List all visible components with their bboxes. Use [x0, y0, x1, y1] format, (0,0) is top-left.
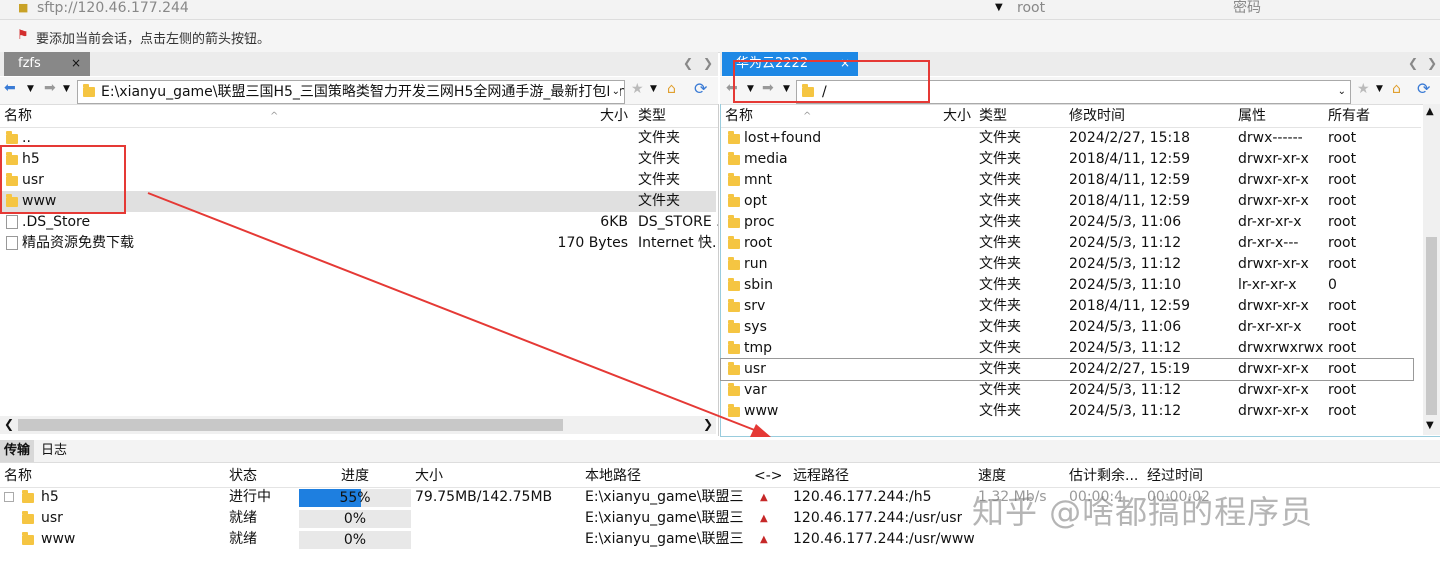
annotation-arrow — [147, 192, 771, 437]
